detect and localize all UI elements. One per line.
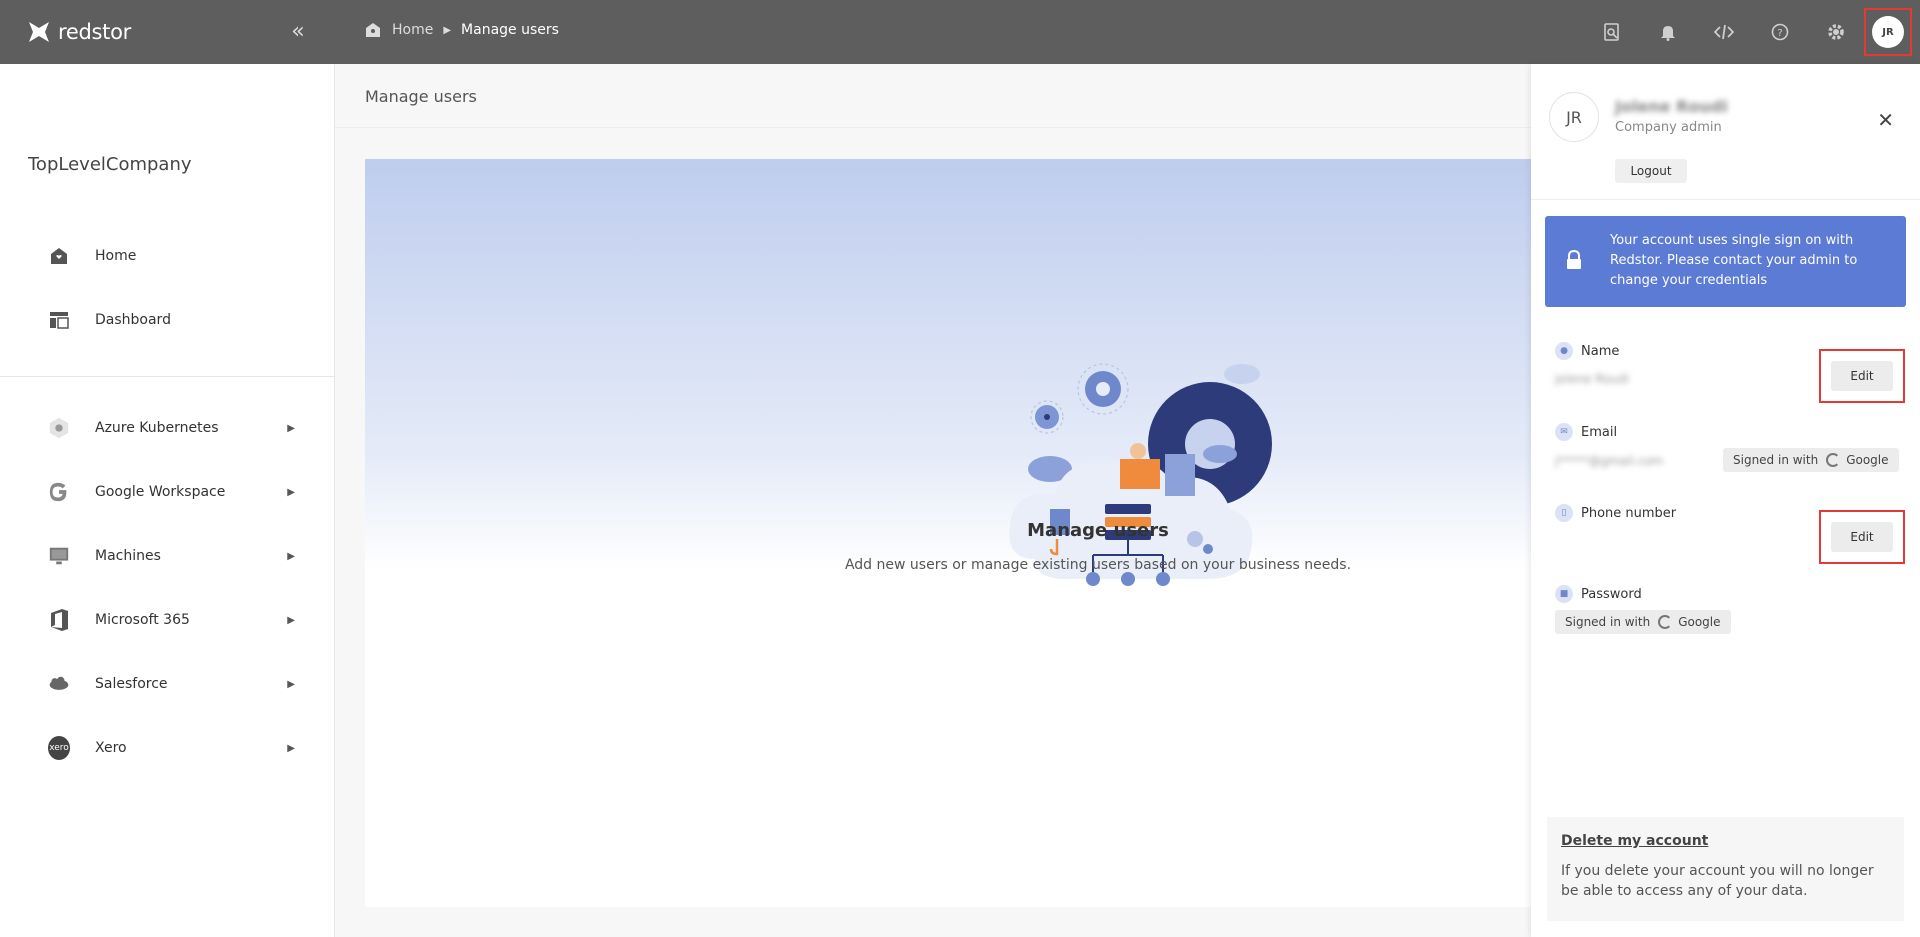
email-field-label: ✉ Email xyxy=(1555,423,1617,441)
redstor-logo-icon xyxy=(29,22,49,42)
password-signed-in-badge: Signed in with Google xyxy=(1555,610,1731,634)
azure-kubernetes-icon xyxy=(48,417,70,439)
expand-arrow-icon[interactable]: ▶ xyxy=(287,551,295,562)
sso-notice: Your account uses single sign on with Re… xyxy=(1545,216,1906,307)
avatar: JR xyxy=(1872,16,1904,48)
delete-account-section: Delete my account If you delete your acc… xyxy=(1547,817,1904,921)
salesforce-icon xyxy=(48,673,70,695)
sidebar-item-label: Microsoft 365 xyxy=(95,612,190,628)
home-icon xyxy=(366,23,380,37)
sidebar-item-label: Home xyxy=(95,248,137,264)
google-icon xyxy=(1658,615,1673,629)
email-signed-in-badge: Signed in with Google xyxy=(1723,448,1899,472)
user-icon: ● xyxy=(1555,342,1573,360)
edit-name-button[interactable]: Edit xyxy=(1831,361,1893,391)
sidebar-item-xero[interactable]: xero Xero ▶ xyxy=(0,716,335,780)
sidebar-item-google-workspace[interactable]: Google Workspace ▶ xyxy=(0,460,335,524)
name-label: Name xyxy=(1581,343,1620,359)
monitor-icon xyxy=(48,545,70,567)
sidebar-item-dashboard[interactable]: Dashboard xyxy=(0,288,335,352)
sidebar-item-home[interactable]: Home xyxy=(0,224,335,288)
microsoft-office-icon xyxy=(48,609,70,631)
google-icon xyxy=(48,481,70,503)
xero-icon: xero xyxy=(48,736,70,760)
signed-in-with-label: Signed in with xyxy=(1733,453,1819,467)
svg-text:?: ? xyxy=(1777,28,1782,39)
phone-icon: ▯ xyxy=(1555,504,1573,522)
sidebar-item-label: Salesforce xyxy=(95,676,168,692)
phone-label: Phone number xyxy=(1581,505,1677,521)
breadcrumb-current: Manage users xyxy=(461,22,559,38)
sidebar-item-microsoft-365[interactable]: Microsoft 365 ▶ xyxy=(0,588,335,652)
sidebar: TopLevelCompany Home Dashboard Azure Kub… xyxy=(0,64,335,937)
code-icon[interactable] xyxy=(1696,0,1752,64)
gear-icon[interactable] xyxy=(1808,0,1864,64)
profile-name: Jolene Roudi xyxy=(1615,97,1728,116)
breadcrumb: Home ▶ Manage users xyxy=(364,22,559,38)
expand-arrow-icon[interactable]: ▶ xyxy=(287,615,295,626)
profile-panel: JR Jolene Roudi Company admin ✕ Logout Y… xyxy=(1531,64,1920,937)
edit-phone-button[interactable]: Edit xyxy=(1831,522,1893,552)
expand-arrow-icon[interactable]: ▶ xyxy=(287,423,295,434)
phone-edit-highlight: Edit xyxy=(1819,510,1905,564)
home-icon xyxy=(48,245,70,267)
primary-nav: Home Dashboard xyxy=(0,224,335,352)
profile-avatar: JR xyxy=(1549,92,1599,142)
sidebar-item-label: Machines xyxy=(95,548,161,564)
top-actions: ? JR xyxy=(1584,0,1920,64)
panel-divider xyxy=(1531,199,1920,200)
help-icon[interactable]: ? xyxy=(1752,0,1808,64)
google-icon xyxy=(1826,453,1841,467)
sidebar-item-label: Google Workspace xyxy=(95,484,226,500)
mail-icon: ✉ xyxy=(1555,423,1573,441)
delete-account-description: If you delete your account you will no l… xyxy=(1561,863,1874,899)
sso-notice-text: Your account uses single sign on with Re… xyxy=(1610,233,1858,288)
page-title: Manage users xyxy=(365,87,477,106)
logout-button[interactable]: Logout xyxy=(1615,159,1687,183)
breadcrumb-separator-icon: ▶ xyxy=(443,24,452,36)
name-field-label: ● Name xyxy=(1555,342,1619,360)
sidebar-item-label: Dashboard xyxy=(95,312,171,328)
company-name: TopLevelCompany xyxy=(28,154,192,175)
name-edit-highlight: Edit xyxy=(1819,349,1905,403)
collapse-sidebar-icon[interactable]: « xyxy=(286,20,310,44)
close-icon[interactable]: ✕ xyxy=(1877,108,1894,132)
password-field-label: ■ Password xyxy=(1555,585,1642,603)
sidebar-item-azure-kubernetes[interactable]: Azure Kubernetes ▶ xyxy=(0,396,335,460)
signed-in-with-label: Signed in with xyxy=(1565,615,1651,629)
provider-name: Google xyxy=(1678,615,1721,629)
expand-arrow-icon[interactable]: ▶ xyxy=(287,487,295,498)
redstor-logo[interactable]: redstor xyxy=(26,18,131,46)
profile-role: Company admin xyxy=(1615,120,1722,135)
email-value: j*****@gmail.com xyxy=(1555,454,1664,468)
sources-nav: Azure Kubernetes ▶ Google Workspace ▶ Ma… xyxy=(0,396,335,780)
brand-name: redstor xyxy=(58,20,131,44)
lock-icon: ■ xyxy=(1555,585,1573,603)
manage-users-illustration xyxy=(1005,359,1285,613)
search-icon[interactable] xyxy=(1584,0,1640,64)
sidebar-item-salesforce[interactable]: Salesforce ▶ xyxy=(0,652,335,716)
delete-account-link[interactable]: Delete my account xyxy=(1561,833,1708,849)
sidebar-item-label: Xero xyxy=(95,740,127,756)
main-content: Manage users Manage users Add new users … xyxy=(335,64,1531,937)
sidebar-divider xyxy=(0,376,335,377)
title-divider xyxy=(335,127,1531,128)
user-avatar-button[interactable]: JR xyxy=(1864,8,1912,56)
sidebar-item-label: Azure Kubernetes xyxy=(95,420,219,436)
email-label: Email xyxy=(1581,424,1618,440)
top-bar: redstor « Home ▶ Manage users ? JR xyxy=(0,0,1920,64)
expand-arrow-icon[interactable]: ▶ xyxy=(287,679,295,690)
phone-field-label: ▯ Phone number xyxy=(1555,504,1676,522)
dashboard-icon xyxy=(48,309,70,331)
sidebar-item-machines[interactable]: Machines ▶ xyxy=(0,524,335,588)
breadcrumb-home[interactable]: Home xyxy=(392,22,433,38)
name-value: Jolene Roudi xyxy=(1555,372,1630,386)
password-label: Password xyxy=(1581,586,1642,602)
lock-icon xyxy=(1565,249,1583,275)
expand-arrow-icon[interactable]: ▶ xyxy=(287,743,295,754)
provider-name: Google xyxy=(1846,453,1889,467)
bell-icon[interactable] xyxy=(1640,0,1696,64)
